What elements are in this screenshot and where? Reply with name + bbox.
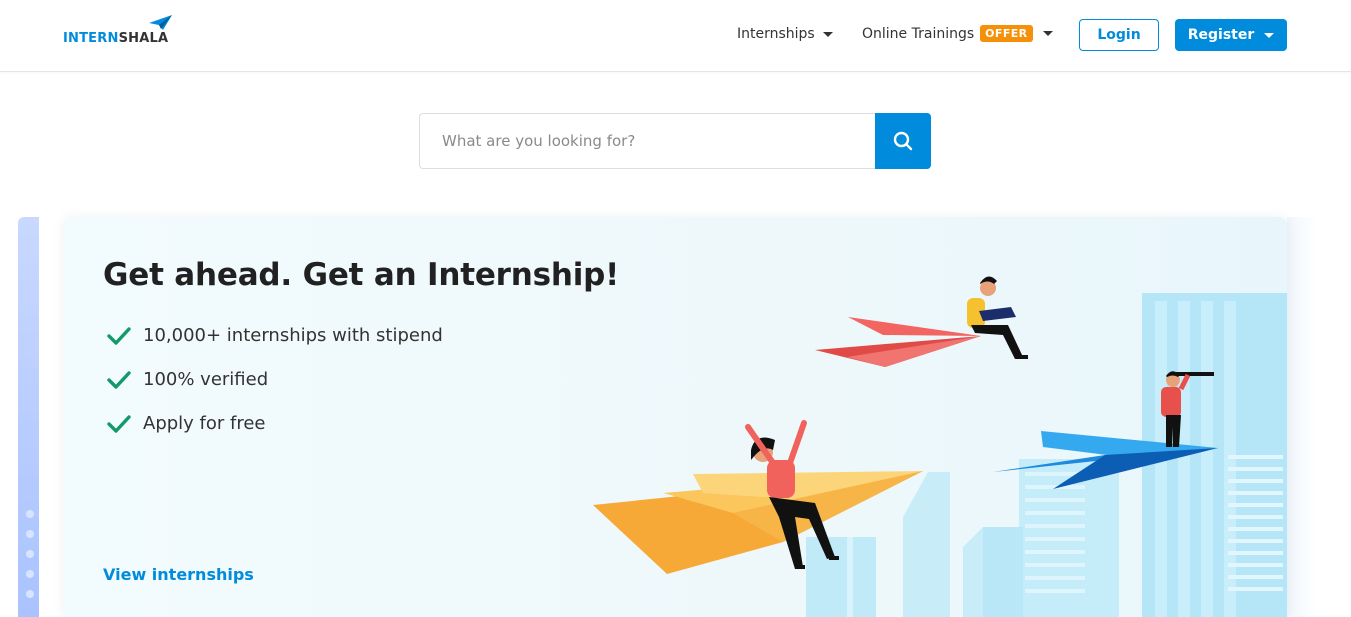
- carousel-next-card: [1287, 217, 1317, 617]
- nav-internships[interactable]: Internships: [737, 26, 833, 42]
- view-internships-link[interactable]: View internships: [103, 565, 254, 584]
- hero-title: Get ahead. Get an Internship!: [103, 257, 620, 293]
- bullet-text: 100% verified: [143, 369, 269, 390]
- nav-internships-label: Internships: [737, 26, 815, 42]
- logo-text: INTERNSHALA: [63, 31, 169, 46]
- nav-online-trainings-label: Online Trainings: [862, 25, 975, 42]
- offer-badge: OFFER: [980, 25, 1033, 42]
- carousel-dots: [26, 510, 34, 610]
- check-icon: [107, 370, 131, 389]
- top-navbar: INTERNSHALA Internships Online Trainings…: [0, 0, 1351, 72]
- check-icon: [107, 326, 131, 345]
- hero-bullet: 10,000+ internships with stipend: [107, 325, 443, 346]
- caret-down-icon: [822, 31, 833, 37]
- hero-banner: Get ahead. Get an Internship! 10,000+ in…: [63, 217, 1287, 617]
- register-button[interactable]: Register: [1175, 19, 1287, 51]
- search-input[interactable]: [419, 113, 876, 169]
- hero-bullet: Apply for free: [107, 413, 266, 434]
- search-bar: [419, 113, 931, 169]
- search-icon: [893, 131, 913, 151]
- bullet-text: 10,000+ internships with stipend: [143, 325, 443, 346]
- check-icon: [107, 414, 131, 433]
- login-label: Login: [1097, 27, 1141, 43]
- login-button[interactable]: Login: [1079, 19, 1159, 51]
- bullet-text: Apply for free: [143, 413, 266, 434]
- caret-down-icon: [1042, 31, 1053, 36]
- internshala-logo[interactable]: INTERNSHALA: [63, 14, 183, 48]
- search-button[interactable]: [875, 113, 931, 169]
- hero-bullet: 100% verified: [107, 369, 268, 390]
- register-label: Register: [1187, 27, 1255, 43]
- paper-planes-illustration: [593, 276, 1287, 617]
- paper-plane-icon: [149, 15, 172, 30]
- nav-online-trainings[interactable]: Online Trainings OFFER: [862, 25, 1053, 42]
- caret-down-icon: [1264, 32, 1275, 38]
